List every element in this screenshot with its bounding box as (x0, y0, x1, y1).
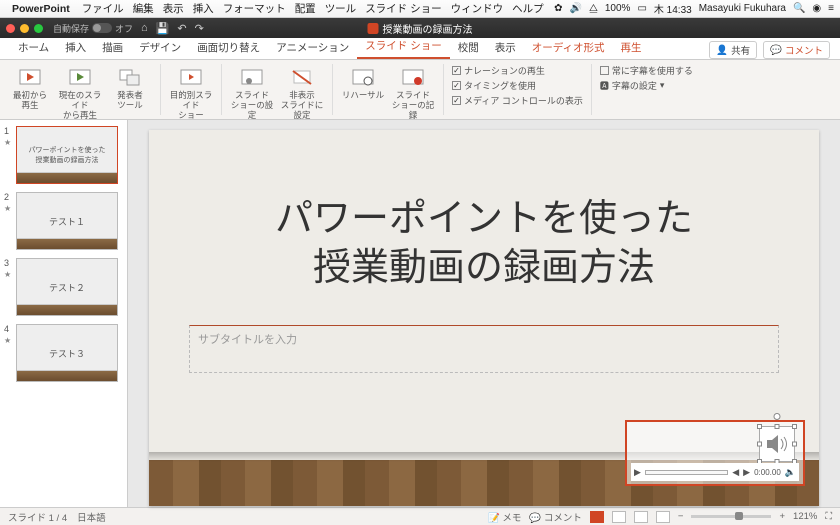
subtitle-settings-button[interactable]: 🅰 字幕の設定 ▾ (600, 79, 693, 92)
show-media-controls-check[interactable]: ✓メディア コントロールの表示 (452, 94, 583, 107)
slide-position: スライド 1 / 4 (8, 510, 67, 524)
audio-next-icon[interactable]: ▶ (743, 467, 750, 478)
record-slideshow-button[interactable]: スライド ショーの記録 (391, 64, 435, 120)
quick-access-toolbar[interactable]: ⌂ 💾 ↶ ↷ (141, 22, 204, 35)
volume-icon[interactable]: 🔊 (569, 3, 581, 14)
tab-transitions[interactable]: 画面切り替え (189, 37, 268, 59)
setup-slideshow-button[interactable]: スライド ショーの設定 (230, 64, 274, 120)
thumb-1[interactable]: パワーポイントを使った授業動画の録画方法 (16, 126, 118, 184)
tab-playback[interactable]: 再生 (612, 37, 649, 59)
share-button[interactable]: 👤 共有 (709, 41, 757, 59)
siri-icon[interactable]: ◉ (812, 3, 821, 14)
app-menus[interactable]: PowerPoint ファイル編集表示挿入フォーマット配置ツールスライド ショー… (12, 1, 553, 16)
always-subtitles-check[interactable]: 常に字幕を使用する (600, 64, 693, 77)
thumb-2[interactable]: テスト１ (16, 192, 118, 250)
tool-icon[interactable]: ✿ (554, 3, 562, 14)
thumb-3[interactable]: テスト２ (16, 258, 118, 316)
home-icon[interactable]: ⌂ (141, 22, 148, 35)
zoom-out-button[interactable]: − (678, 511, 684, 522)
tab-insert[interactable]: 挿入 (57, 37, 94, 59)
title-placeholder[interactable]: パワーポイントを使った 授業動画の録画方法 (189, 195, 779, 294)
comments-button[interactable]: 💬 コメント (763, 41, 830, 59)
slide-canvas[interactable]: パワーポイントを使った 授業動画の録画方法 サブタイトルを入力 ▶ ◀ ▶ 0:… (128, 120, 840, 507)
clock[interactable]: 木 14:33 (654, 1, 692, 16)
tab-animations[interactable]: アニメーション (268, 37, 357, 59)
battery-pct: 100% (605, 3, 631, 14)
audio-volume-icon[interactable]: 🔈 (785, 467, 796, 478)
mac-menubar: PowerPoint ファイル編集表示挿入フォーマット配置ツールスライド ショー… (0, 0, 840, 18)
app-name: PowerPoint (12, 3, 70, 15)
normal-view-button[interactable] (590, 511, 604, 523)
ribbon-tabs: ホーム 挿入 描画 デザイン 画面切り替え アニメーション スライド ショー 校… (0, 38, 840, 60)
battery-icon: ▭ (637, 3, 646, 14)
audio-play-icon[interactable]: ▶ (634, 467, 641, 478)
zoom-in-button[interactable]: + (779, 511, 785, 522)
slide-thumbnails[interactable]: 1★ パワーポイントを使った授業動画の録画方法 2★ テスト１ 3★ テスト２ … (0, 120, 128, 507)
user-name[interactable]: Masayuki Fukuhara (699, 3, 786, 14)
spotlight-icon[interactable]: 🔍 (793, 3, 805, 14)
tab-review[interactable]: 校閲 (450, 37, 487, 59)
zoom-slider[interactable] (691, 515, 771, 518)
thumb-4[interactable]: テスト３ (16, 324, 118, 382)
autosave-toggle[interactable]: 自動保存オフ (53, 22, 133, 35)
tab-slideshow[interactable]: スライド ショー (357, 35, 449, 59)
traffic-lights[interactable] (6, 24, 43, 33)
document-title: 授業動画の録画方法 (368, 21, 473, 36)
tab-home[interactable]: ホーム (10, 37, 57, 59)
rotate-handle[interactable] (774, 413, 781, 420)
tab-draw[interactable]: 描画 (94, 37, 131, 59)
workspace: 1★ パワーポイントを使った授業動画の録画方法 2★ テスト１ 3★ テスト２ … (0, 120, 840, 507)
menubar-status: ✿ 🔊 ⧋ 100% ▭ 木 14:33 Masayuki Fukuhara 🔍… (554, 1, 834, 16)
slide[interactable]: パワーポイントを使った 授業動画の録画方法 サブタイトルを入力 ▶ ◀ ▶ 0:… (149, 130, 819, 506)
speaker-icon[interactable] (759, 426, 795, 462)
zoom-level[interactable]: 121% (793, 511, 817, 522)
status-bar: スライド 1 / 4 日本語 📝 メモ 💬 コメント − + 121% ⛶ (0, 507, 840, 525)
save-icon[interactable]: 💾 (156, 22, 170, 35)
fit-window-button[interactable]: ⛶ (825, 511, 832, 522)
audio-prev-icon[interactable]: ◀ (732, 467, 739, 478)
use-timings-check[interactable]: ✓タイミングを使用 (452, 79, 583, 92)
notes-button[interactable]: 📝 メモ (488, 510, 521, 524)
undo-icon[interactable]: ↶ (177, 22, 186, 35)
comments-status-button[interactable]: 💬 コメント (529, 510, 581, 524)
window-titlebar: 自動保存オフ ⌂ 💾 ↶ ↷ 授業動画の録画方法 (0, 18, 840, 38)
audio-seek-bar[interactable] (645, 470, 728, 475)
audio-player-controls[interactable]: ▶ ◀ ▶ 0:00.00 🔈 (631, 463, 799, 481)
play-from-current-button[interactable]: 現在のスライド から再生 (58, 64, 102, 120)
redo-icon[interactable]: ↷ (195, 22, 204, 35)
hide-slide-button[interactable]: 非表示 スライドに設定 (280, 64, 324, 120)
notif-icon[interactable]: ≡ (828, 3, 834, 14)
slideshow-view-button[interactable] (656, 511, 670, 523)
wifi-icon[interactable]: ⧋ (589, 3, 598, 14)
presenter-view-button[interactable]: 発表者 ツール (108, 64, 152, 111)
custom-slideshow-button[interactable]: 目的別スライド ショー (169, 64, 213, 120)
reading-view-button[interactable] (634, 511, 648, 523)
ribbon: 最初から 再生 現在のスライド から再生 発表者 ツール 目的別スライド ショー… (0, 60, 840, 120)
tab-design[interactable]: デザイン (131, 37, 189, 59)
play-from-start-button[interactable]: 最初から 再生 (8, 64, 52, 111)
rehearse-button[interactable]: リハーサル (341, 64, 385, 101)
tab-view[interactable]: 表示 (487, 37, 524, 59)
audio-object-selection[interactable]: ▶ ◀ ▶ 0:00.00 🔈 (625, 420, 805, 486)
play-narrations-check[interactable]: ✓ナレーションの再生 (452, 64, 583, 77)
subtitle-placeholder[interactable]: サブタイトルを入力 (189, 325, 779, 373)
sorter-view-button[interactable] (612, 511, 626, 523)
tab-audio-format[interactable]: オーディオ形式 (524, 37, 613, 59)
audio-time: 0:00.00 (754, 468, 781, 477)
language[interactable]: 日本語 (77, 510, 106, 524)
